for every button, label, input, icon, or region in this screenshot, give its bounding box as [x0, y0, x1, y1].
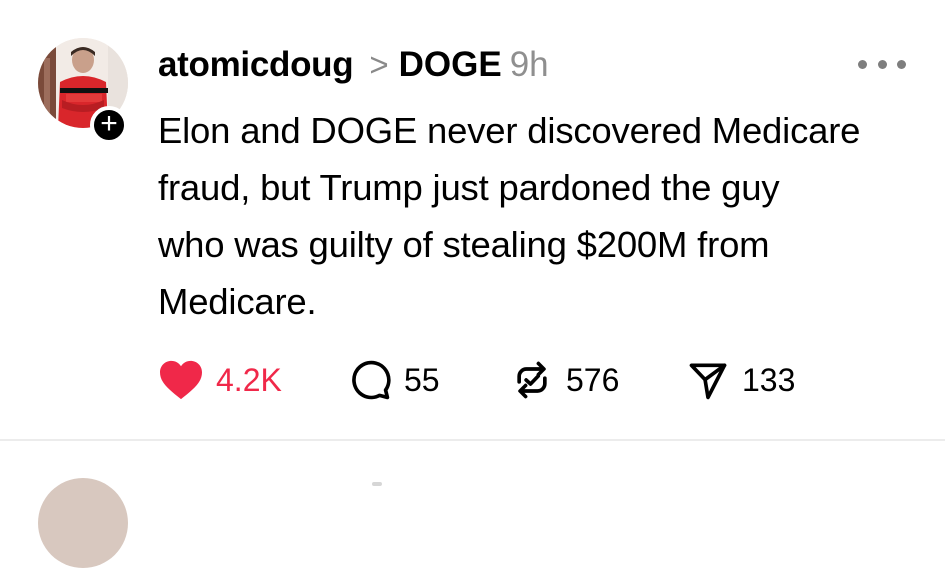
- reply-button[interactable]: 55: [348, 352, 440, 408]
- post-body-line: who was guilty of stealing $200M from: [158, 224, 770, 265]
- like-count: 4.2K: [216, 361, 282, 398]
- post-header: atomicdoug > DOGE 9h: [158, 40, 549, 90]
- share-count: 133: [742, 361, 796, 398]
- follow-button[interactable]: +: [90, 106, 128, 144]
- post-body-line: Medicare.: [158, 281, 317, 322]
- more-dot: [858, 59, 867, 69]
- post-timestamp: 9h: [509, 45, 549, 84]
- post-body-line: fraud, but Trump just pardoned the guy: [158, 167, 780, 208]
- like-button[interactable]: 4.2K: [158, 352, 282, 408]
- next-post-header-fragment: [372, 482, 382, 486]
- post-divider: [0, 439, 945, 441]
- repost-button[interactable]: 576: [510, 352, 619, 408]
- share-button[interactable]: 133: [686, 352, 795, 408]
- post-body-line: Elon and DOGE never discovered Medicare: [158, 110, 861, 151]
- more-options-icon[interactable]: [858, 52, 906, 76]
- repost-count: 576: [566, 361, 620, 398]
- thread-post: + atomicdoug > DOGE 9h Elon and DOGE nev…: [0, 0, 945, 440]
- share-send-icon: [689, 363, 727, 400]
- chevron-right-icon: >: [369, 46, 389, 83]
- reply-bubble-icon: [352, 360, 391, 400]
- more-dot: [897, 59, 906, 69]
- next-post-avatar[interactable]: [38, 478, 128, 568]
- community-name[interactable]: DOGE: [399, 45, 502, 85]
- reply-count: 55: [404, 361, 440, 398]
- post-body: Elon and DOGE never discovered Medicare …: [158, 102, 918, 330]
- plus-icon: +: [100, 106, 118, 140]
- author-username[interactable]: atomicdoug: [158, 45, 354, 85]
- more-dot: [877, 59, 887, 69]
- heart-icon: [160, 360, 202, 400]
- repost-icon: [517, 361, 547, 399]
